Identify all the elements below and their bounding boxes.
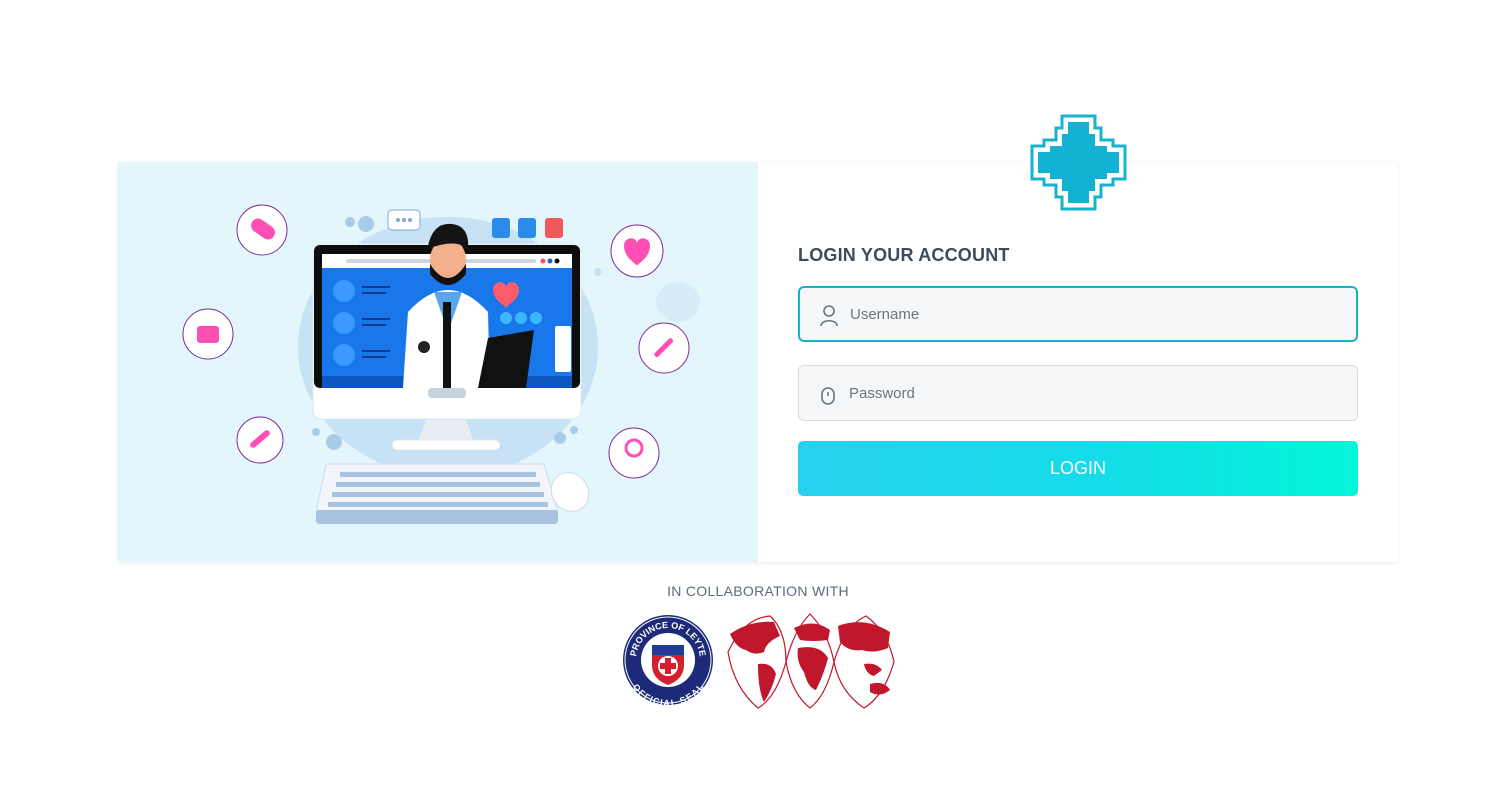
password-input[interactable]	[849, 366, 1339, 420]
login-button[interactable]: LOGIN	[798, 441, 1358, 496]
login-title: LOGIN YOUR ACCOUNT	[798, 245, 1010, 265]
login-card	[118, 162, 1398, 562]
province-of-leyte-seal: PROVINCE OF LEYTE OFFICIAL SEAL	[623, 615, 713, 707]
username-input[interactable]	[850, 288, 1340, 340]
user-icon	[820, 305, 838, 327]
world-map-logo	[727, 613, 895, 709]
collaboration-label: IN COLLABORATION WITH	[667, 583, 849, 599]
password-field[interactable]	[798, 365, 1358, 421]
lock-icon	[821, 387, 835, 405]
telemedicine-illustration	[118, 162, 758, 562]
medical-cross-icon	[1030, 114, 1127, 211]
username-field[interactable]	[798, 286, 1358, 342]
